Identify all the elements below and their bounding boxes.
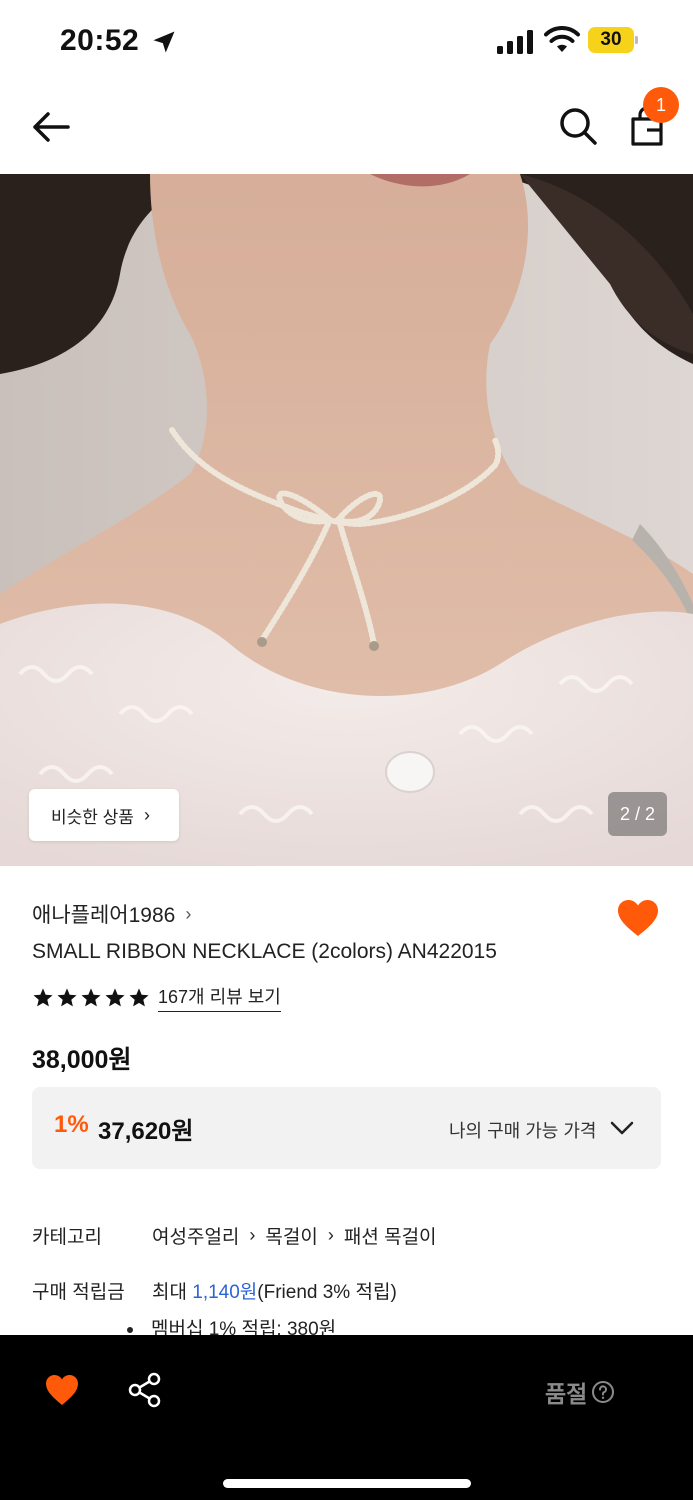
chevron-right-icon: › bbox=[327, 1225, 334, 1245]
star-icon bbox=[33, 987, 53, 1006]
product-name: SMALL RIBBON NECKLACE (2colors) AN422015 bbox=[32, 940, 497, 963]
similar-products-label: 비슷한 상품 bbox=[51, 807, 134, 827]
discount-price: 37,620원 bbox=[98, 1118, 194, 1145]
points-amount: 1,140원 bbox=[192, 1282, 258, 1303]
brand-name: 애나플레어1986 bbox=[32, 904, 176, 927]
review-link[interactable]: 167개 리뷰 보기 bbox=[158, 983, 281, 1012]
home-indicator bbox=[223, 1479, 471, 1488]
back-arrow-icon[interactable] bbox=[28, 104, 74, 150]
category-crumb[interactable]: 목걸이 bbox=[265, 1222, 317, 1249]
product-image-gallery[interactable]: 비슷한 상품 › 2 / 2 bbox=[0, 174, 693, 866]
top-navigation: 1 bbox=[0, 80, 693, 174]
category-breadcrumb: 여성주얼리 › 목걸이 › 패션 목걸이 bbox=[152, 1222, 437, 1249]
star-icon bbox=[81, 987, 101, 1006]
status-bar: 20:52 30 bbox=[0, 0, 693, 80]
location-arrow-icon bbox=[153, 31, 175, 53]
image-page-indicator: 2 / 2 bbox=[608, 792, 667, 836]
wifi-icon bbox=[544, 26, 580, 52]
cellular-signal-icon bbox=[497, 30, 533, 54]
sold-out-status: 품절 bbox=[545, 1375, 615, 1409]
product-photo bbox=[0, 174, 693, 866]
star-icon bbox=[57, 987, 77, 1006]
chevron-right-icon: › bbox=[143, 804, 150, 825]
rating-row: 167개 리뷰 보기 bbox=[32, 983, 281, 1012]
points-suffix: (Friend 3% 적립) bbox=[257, 1282, 397, 1303]
chevron-right-icon: › bbox=[249, 1225, 256, 1245]
chevron-right-icon: › bbox=[185, 903, 192, 924]
status-time: 20:52 bbox=[60, 24, 140, 57]
sold-out-label: 품절 bbox=[545, 1381, 588, 1407]
share-icon[interactable] bbox=[128, 1372, 162, 1408]
category-crumb[interactable]: 여성주얼리 bbox=[152, 1222, 239, 1249]
category-crumb[interactable]: 패션 목걸이 bbox=[344, 1222, 437, 1249]
bottom-action-bar: 품절 bbox=[0, 1335, 693, 1500]
brand-link[interactable]: 애나플레어1986 › bbox=[32, 899, 191, 929]
battery-indicator: 30 bbox=[588, 27, 638, 53]
star-icon bbox=[129, 987, 149, 1006]
rating-stars bbox=[32, 987, 150, 1009]
points-label: 구매 적립금 bbox=[32, 1282, 125, 1303]
wishlist-heart-icon[interactable] bbox=[44, 1373, 80, 1407]
heart-icon[interactable] bbox=[616, 898, 660, 938]
battery-level: 30 bbox=[588, 27, 634, 53]
similar-products-button[interactable]: 비슷한 상품 › bbox=[29, 789, 179, 841]
points-prefix: 최대 bbox=[152, 1282, 193, 1303]
points-value: 최대 1,140원 (Friend 3% 적립) bbox=[152, 1277, 397, 1304]
star-icon bbox=[105, 987, 125, 1006]
my-price-dropdown[interactable]: 1% 37,620원 나의 구매 가능 가격 bbox=[32, 1087, 661, 1169]
chevron-down-icon bbox=[610, 1121, 634, 1135]
discount-rate: 1% bbox=[54, 1111, 89, 1138]
cart-count-badge: 1 bbox=[643, 87, 679, 123]
product-price: 38,000원 bbox=[32, 1046, 132, 1074]
category-label: 카테고리 bbox=[32, 1227, 102, 1248]
help-icon[interactable] bbox=[591, 1380, 615, 1404]
my-price-label: 나의 구매 가능 가격 bbox=[449, 1121, 597, 1141]
search-icon[interactable] bbox=[556, 104, 600, 148]
